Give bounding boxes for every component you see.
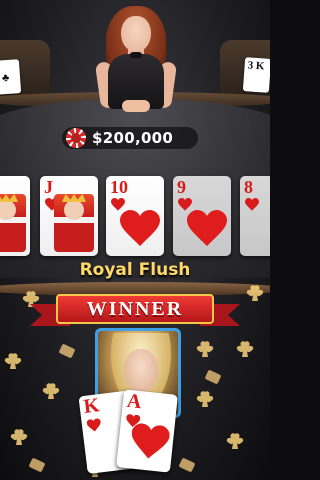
sparkle-icon [204, 369, 222, 385]
heart-icon [86, 418, 101, 432]
heart-icon [131, 423, 170, 459]
board-card-2-rank: J [44, 177, 53, 197]
board-card-4: 9 [173, 176, 231, 256]
dealer-avatar [88, 2, 184, 117]
king-face-art [0, 194, 26, 252]
board-card-2: J [40, 176, 98, 256]
winner-avatar-face [124, 349, 158, 393]
winner-hole-card-2: A [116, 389, 178, 473]
clover-confetti-icon [196, 340, 214, 358]
winner-hole-card-2-rank: A [125, 389, 143, 414]
poker-game-scene: ♣ 3 K $200,000 K J 10 9 [0, 0, 270, 480]
clover-confetti-icon [236, 340, 254, 358]
pot-display: $200,000 [62, 127, 198, 149]
sparkle-icon [178, 457, 196, 473]
left-player-card-suit: ♣ [1, 71, 10, 85]
board-card-3: 10 [106, 176, 164, 256]
sparkle-icon [58, 343, 76, 359]
dealer-bowtie [130, 52, 142, 58]
ribbon-main: WINNER [56, 294, 214, 324]
dealer-face [121, 16, 151, 52]
right-player-card: 3 K [242, 57, 270, 93]
clover-confetti-icon [4, 352, 22, 370]
heart-icon [187, 210, 227, 246]
board-card-5: 8 [240, 176, 270, 256]
hand-rank-label: Royal Flush [79, 260, 191, 280]
board-card-3-rank: 10 [110, 177, 128, 197]
poker-chip-icon [66, 128, 86, 148]
winner-label: WINNER [86, 297, 184, 320]
heart-icon [245, 198, 259, 211]
clover-confetti-icon [10, 428, 28, 446]
board-card-1: K [0, 176, 30, 256]
heart-icon [120, 210, 160, 246]
clover-confetti-icon [226, 432, 244, 450]
pot-amount: $200,000 [92, 129, 174, 147]
clover-confetti-icon [42, 382, 60, 400]
sparkle-icon [28, 457, 46, 473]
winner-hole-card-1-rank: K [82, 394, 101, 418]
winner-banner: WINNER [30, 290, 240, 330]
jack-face-art [54, 194, 94, 252]
right-player-card-ranks: 3 K [247, 59, 265, 73]
board-card-5-rank: 8 [244, 177, 253, 197]
dealer-hands [122, 100, 150, 112]
clover-confetti-icon [196, 390, 214, 408]
left-player-card: ♣ [0, 59, 22, 95]
board-card-4-rank: 9 [177, 177, 186, 197]
